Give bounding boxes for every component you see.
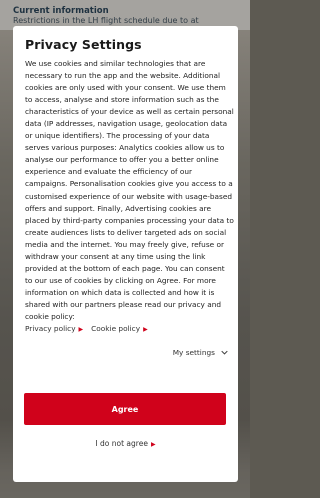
- chevron-right-icon: ▶: [143, 325, 148, 333]
- privacy-policy-label: Privacy policy: [25, 324, 76, 333]
- dialog-body-text: We use cookies and similar technologies …: [25, 58, 234, 323]
- cookie-policy-label: Cookie policy: [91, 324, 141, 333]
- my-settings-label: My settings: [172, 348, 215, 357]
- chevron-right-icon: ▶: [78, 325, 84, 333]
- disagree-link[interactable]: I do not agree ▶: [13, 439, 238, 448]
- dialog-title: Privacy Settings: [25, 37, 142, 52]
- privacy-settings-dialog: Privacy Settings We use cookies and simi…: [13, 26, 238, 482]
- chevron-right-icon: ▶: [150, 440, 156, 448]
- disagree-label: I do not agree: [95, 439, 148, 448]
- privacy-policy-link[interactable]: Privacy policy ▶: [25, 324, 83, 333]
- consent-description: We use cookies and similar technologies …: [25, 59, 234, 321]
- policy-links: Privacy policy ▶ Cookie policy ▶: [25, 324, 148, 333]
- chevron-down-icon: [221, 350, 228, 355]
- agree-button[interactable]: Agree: [24, 393, 226, 425]
- cookie-policy-link[interactable]: Cookie policy ▶: [91, 324, 148, 333]
- my-settings-toggle[interactable]: My settings: [173, 348, 228, 357]
